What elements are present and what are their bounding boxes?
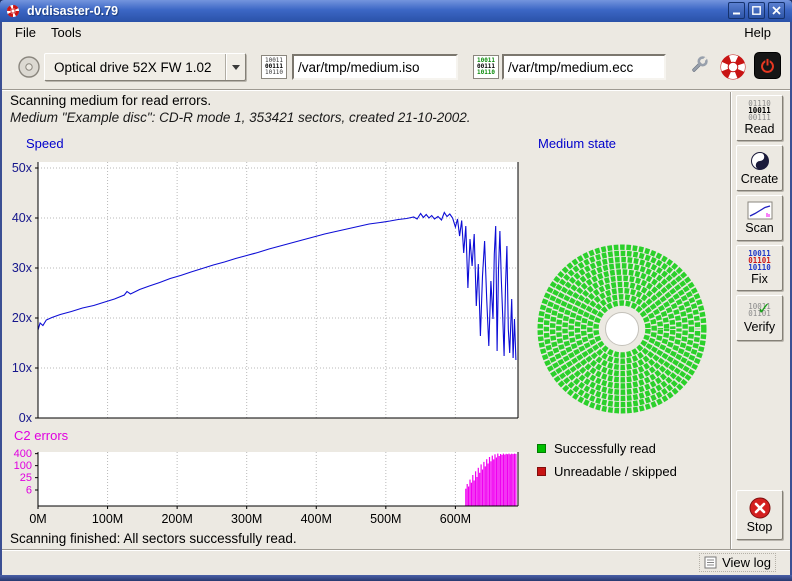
drive-selector[interactable]: Optical drive 52X FW 1.02 bbox=[44, 53, 246, 81]
ecc-file-icon: 10011 00111 10110 bbox=[473, 55, 499, 79]
drive-selector-value: Optical drive 52X FW 1.02 bbox=[45, 60, 225, 75]
footer-status: Scanning finished: All sectors successfu… bbox=[10, 531, 297, 546]
chevron-down-icon bbox=[225, 54, 245, 80]
maximize-button[interactable] bbox=[748, 2, 765, 19]
app-icon bbox=[5, 3, 21, 19]
create-button-label: Create bbox=[741, 172, 779, 186]
stop-button[interactable]: Stop bbox=[736, 490, 783, 540]
fix-button[interactable]: 10011 01101 10110 Fix bbox=[736, 245, 783, 291]
svg-text:200M: 200M bbox=[161, 512, 192, 526]
main-chart-svg: 0x 10x 20x 30x 40x 50x 625100400 0M 100M 200M 300M… bbox=[8, 150, 532, 530]
medium-state-disc bbox=[534, 226, 710, 422]
maximize-icon bbox=[751, 5, 762, 16]
legend-item-read: Successfully read bbox=[537, 440, 656, 456]
status-line-2: Medium "Example disc": CD-R mode 1, 3534… bbox=[10, 110, 471, 125]
scan-chart-icon bbox=[747, 201, 773, 220]
svg-text:600M: 600M bbox=[440, 512, 471, 526]
window-title: dvdisaster-0.79 bbox=[27, 4, 118, 18]
speed-label: Speed bbox=[26, 136, 64, 151]
menubar: File Tools Help bbox=[2, 22, 790, 44]
verify-button[interactable]: 10011 01101 ✓ Verify bbox=[736, 295, 783, 341]
legend-swatch bbox=[537, 444, 546, 453]
yin-yang-icon bbox=[750, 151, 770, 171]
toolbar-separator bbox=[2, 89, 790, 91]
svg-text:0x: 0x bbox=[19, 411, 33, 425]
legend-swatch bbox=[537, 467, 546, 476]
minimize-icon bbox=[731, 5, 742, 16]
svg-text:0M: 0M bbox=[29, 512, 46, 526]
preferences-button[interactable] bbox=[684, 52, 712, 80]
svg-text:50x: 50x bbox=[12, 161, 33, 175]
svg-text:10x: 10x bbox=[12, 361, 33, 375]
svg-text:400M: 400M bbox=[301, 512, 332, 526]
svg-text:100: 100 bbox=[14, 460, 32, 472]
menu-file[interactable]: File bbox=[8, 22, 43, 44]
minimize-button[interactable] bbox=[728, 2, 745, 19]
log-icon bbox=[704, 556, 717, 569]
titlebar: dvdisaster-0.79 bbox=[0, 0, 792, 22]
fix-binary-icon: 10011 01101 10110 bbox=[748, 250, 771, 271]
svg-text:20x: 20x bbox=[12, 311, 33, 325]
footer-separator bbox=[2, 549, 790, 551]
read-button[interactable]: 01110 10011 00111 Read bbox=[736, 95, 783, 141]
svg-text:500M: 500M bbox=[370, 512, 401, 526]
wrench-icon bbox=[686, 54, 710, 78]
power-icon bbox=[756, 54, 779, 77]
medium-state-label: Medium state bbox=[538, 136, 616, 151]
help-about-button[interactable] bbox=[719, 53, 747, 81]
svg-text:25: 25 bbox=[20, 472, 32, 484]
svg-text:300M: 300M bbox=[231, 512, 262, 526]
menu-tools[interactable]: Tools bbox=[44, 22, 88, 44]
read-button-label: Read bbox=[745, 122, 775, 136]
svg-text:6: 6 bbox=[26, 485, 32, 497]
scan-button[interactable]: Scan bbox=[736, 195, 783, 241]
view-log-button[interactable]: View log bbox=[699, 553, 776, 572]
fix-button-label: Fix bbox=[751, 272, 768, 286]
verify-button-label: Verify bbox=[744, 320, 775, 334]
close-button[interactable] bbox=[768, 2, 785, 19]
legend-label-unreadable: Unreadable / skipped bbox=[554, 464, 677, 479]
view-log-label: View log bbox=[722, 555, 771, 570]
quit-button[interactable] bbox=[754, 52, 781, 79]
svg-text:100M: 100M bbox=[92, 512, 123, 526]
lifebuoy-logo-icon bbox=[720, 54, 746, 80]
menu-help[interactable]: Help bbox=[737, 22, 778, 44]
window-frame-left bbox=[0, 22, 2, 581]
legend-item-unreadable: Unreadable / skipped bbox=[537, 463, 677, 479]
scan-button-label: Scan bbox=[745, 221, 774, 235]
verify-check-icon: 10011 01101 ✓ bbox=[748, 303, 771, 319]
close-icon bbox=[771, 5, 782, 16]
app-window: dvdisaster-0.79 File Tools Help Optical … bbox=[0, 0, 792, 581]
stop-button-label: Stop bbox=[747, 520, 773, 534]
sidebar-separator bbox=[730, 92, 732, 549]
status-line-1: Scanning medium for read errors. bbox=[10, 93, 211, 108]
ecc-path-input[interactable] bbox=[502, 54, 666, 80]
iso-path-input[interactable] bbox=[292, 54, 458, 80]
stop-icon bbox=[749, 497, 771, 519]
svg-text:400: 400 bbox=[14, 448, 32, 460]
create-button[interactable]: Create bbox=[736, 145, 783, 191]
iso-file-icon: 10011 00111 10110 bbox=[261, 55, 287, 79]
read-binary-icon: 01110 10011 00111 bbox=[748, 100, 771, 121]
svg-text:40x: 40x bbox=[12, 211, 33, 225]
legend-label-read: Successfully read bbox=[554, 441, 656, 456]
disc-drive-icon bbox=[16, 54, 42, 80]
svg-text:30x: 30x bbox=[12, 261, 33, 275]
window-frame-bottom bbox=[0, 575, 792, 581]
